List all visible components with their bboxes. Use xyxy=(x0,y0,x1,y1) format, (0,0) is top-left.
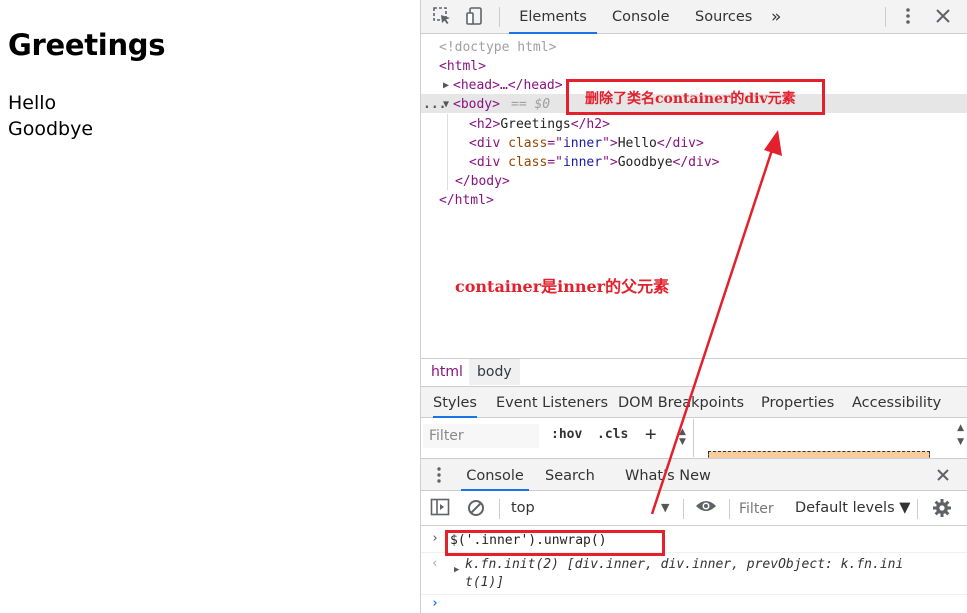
box-model-preview: ▲ ▼ xyxy=(693,419,967,461)
div-inner-node-hello[interactable]: <div class="inner">Hello</div> xyxy=(469,134,704,153)
html-node[interactable]: <html> xyxy=(439,57,486,76)
styles-panel-tabs: Styles Event Listeners DOM Breakpoints P… xyxy=(421,386,967,418)
inner-div-goodbye: Goodbye xyxy=(8,118,94,140)
console-result-line2: t(1)] xyxy=(465,575,505,590)
annotation-parent-note: container是inner的父元素 xyxy=(455,277,670,296)
close-drawer-icon[interactable] xyxy=(933,465,953,489)
styles-filter-input[interactable]: Filter xyxy=(423,424,539,448)
device-toolbar-icon[interactable] xyxy=(464,6,486,28)
kebab-menu-icon[interactable] xyxy=(897,6,919,28)
expand-result-icon[interactable]: ▶ xyxy=(454,565,459,575)
tab-elements[interactable]: Elements xyxy=(509,0,597,34)
doctype-node[interactable]: <!doctype html> xyxy=(439,38,556,57)
tab-accessibility[interactable]: Accessibility xyxy=(852,387,941,418)
body-node[interactable]: <body> xyxy=(453,95,500,114)
cls-toggle[interactable]: .cls xyxy=(597,427,628,442)
tree-guide xyxy=(447,114,448,190)
inspect-element-icon[interactable] xyxy=(431,6,453,28)
new-style-rule-button[interactable]: + xyxy=(645,423,656,445)
tab-dom-breakpoints[interactable]: DOM Breakpoints xyxy=(618,387,744,418)
h2-node[interactable]: <h2>Greetings</h2> xyxy=(469,115,610,134)
inner-div-hello: Hello xyxy=(8,92,57,114)
annotation-removed-container-label: 删除了类名container的div元素 xyxy=(585,91,796,107)
live-expression-eye-icon[interactable] xyxy=(695,498,717,520)
sidebar-toggle-icon[interactable] xyxy=(429,498,451,520)
input-prompt-icon: › xyxy=(431,531,439,546)
more-tabs-icon[interactable]: » xyxy=(771,0,781,34)
tabbar-divider xyxy=(499,7,500,27)
drawer-tab-whats-new[interactable]: What's New xyxy=(625,459,711,491)
console-toolbar: top ▼ Filter Default levels ▼ xyxy=(421,492,967,526)
html-close-node[interactable]: </html> xyxy=(439,191,494,210)
breadcrumb: html body xyxy=(421,358,967,385)
head-node[interactable]: <head>…</head> xyxy=(453,76,563,95)
boxmodel-scroll-icon[interactable]: ▲ ▼ xyxy=(957,421,964,449)
body-selected-marker: == $0 xyxy=(511,97,551,112)
toolbar-divider-3 xyxy=(729,499,730,519)
annotation-command-frame xyxy=(445,530,665,556)
tab-console[interactable]: Console xyxy=(612,0,670,34)
body-close-node[interactable]: </body> xyxy=(455,172,510,191)
toolbar-divider-4 xyxy=(917,499,918,519)
rendered-page: Greetings Hello Goodbye xyxy=(0,0,420,613)
drawer-menu-icon[interactable] xyxy=(434,465,444,489)
tab-sources[interactable]: Sources xyxy=(695,0,752,34)
context-dropdown-icon[interactable]: ▼ xyxy=(661,501,669,514)
close-devtools-icon[interactable] xyxy=(932,6,954,28)
devtools-tabbar: Elements Console Sources » xyxy=(421,0,967,34)
expand-head-icon[interactable]: ▶ xyxy=(443,76,449,95)
breadcrumb-body[interactable]: body xyxy=(469,359,520,385)
tab-event-listeners[interactable]: Event Listeners xyxy=(496,387,608,418)
toolbar-divider xyxy=(499,499,500,519)
page-heading: Greetings xyxy=(8,28,166,62)
console-settings-gear-icon[interactable] xyxy=(931,498,953,520)
console-row-divider-2 xyxy=(421,594,967,595)
console-filter-input[interactable]: Filter xyxy=(739,501,774,517)
scroll-arrows-icon[interactable]: ▲ ▼ xyxy=(679,427,686,447)
result-arrow-icon: ‹ xyxy=(431,556,439,571)
tabbar-divider-right xyxy=(885,7,886,27)
drawer-tab-console[interactable]: Console xyxy=(461,459,529,491)
styles-filter-row: Filter :hov .cls + ▲ ▼ ▲ ▼ xyxy=(421,419,967,461)
tab-properties[interactable]: Properties xyxy=(761,387,834,418)
breadcrumb-html[interactable]: html xyxy=(423,359,471,385)
screenshot-root: Greetings Hello Goodbye Elements Console… xyxy=(0,0,967,613)
context-selector[interactable]: top xyxy=(511,500,535,516)
console-result-line1[interactable]: k.fn.init(2) [div.inner, div.inner, prev… xyxy=(465,557,903,572)
clear-console-icon[interactable] xyxy=(465,498,487,520)
drawer-tabbar: Console Search What's New xyxy=(421,458,967,491)
drawer-tab-search[interactable]: Search xyxy=(545,459,595,491)
hov-toggle[interactable]: :hov xyxy=(551,427,582,442)
toolbar-divider-2 xyxy=(683,499,684,519)
collapse-body-icon[interactable]: ▼ xyxy=(443,95,449,114)
default-levels-dropdown[interactable]: Default levels ▼ xyxy=(795,500,910,516)
div-inner-node-goodbye[interactable]: <div class="inner">Goodbye</div> xyxy=(469,153,720,172)
console-prompt-icon[interactable]: › xyxy=(431,596,439,611)
tab-styles[interactable]: Styles xyxy=(433,387,477,418)
